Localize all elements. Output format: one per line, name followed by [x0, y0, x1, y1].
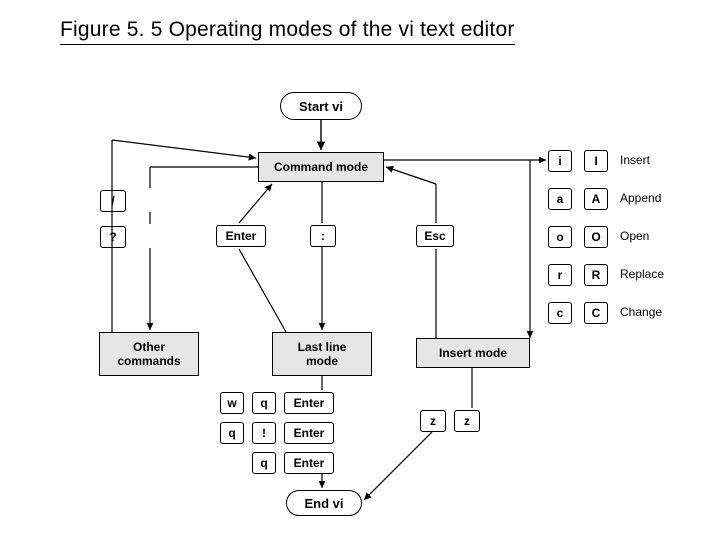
node-other-commands: Other commands: [99, 332, 199, 376]
key-slash: /: [100, 190, 126, 212]
key-question: ?: [100, 226, 126, 248]
figure-title: Figure 5. 5 Operating modes of the vi te…: [60, 18, 515, 45]
node-end-vi: End vi: [286, 490, 362, 516]
key-colon: :: [310, 225, 336, 247]
key-enter3: Enter: [284, 422, 334, 444]
key-o-upper: O: [584, 226, 608, 248]
node-insert-mode: Insert mode: [416, 338, 530, 368]
key-c-upper: C: [584, 302, 608, 324]
node-start-vi: Start vi: [280, 92, 362, 120]
key-c-lower: c: [548, 302, 572, 324]
key-q3: q: [252, 452, 276, 474]
key-i-upper: I: [584, 150, 608, 172]
key-bang: !: [252, 422, 276, 444]
label-insert: Insert: [620, 153, 650, 167]
node-last-line-mode: Last line mode: [272, 332, 372, 376]
key-enter4: Enter: [284, 452, 334, 474]
key-enter2: Enter: [284, 392, 334, 414]
key-z1: z: [420, 410, 446, 432]
key-o-lower: o: [548, 226, 572, 248]
key-r-upper: R: [584, 264, 608, 286]
key-r-lower: r: [548, 264, 572, 286]
key-z2: z: [454, 410, 480, 432]
label-change: Change: [620, 305, 662, 319]
key-i-lower: i: [548, 150, 572, 172]
key-q2: q: [220, 422, 244, 444]
arrows-layer: [0, 0, 720, 540]
key-q1: q: [252, 392, 276, 414]
label-replace: Replace: [620, 267, 664, 281]
key-enter-command: Enter: [216, 225, 266, 247]
key-w: w: [220, 392, 244, 414]
key-a-upper: A: [584, 188, 608, 210]
key-a-lower: a: [548, 188, 572, 210]
node-command-mode: Command mode: [258, 152, 384, 182]
label-open: Open: [620, 229, 649, 243]
label-append: Append: [620, 191, 661, 205]
key-esc: Esc: [416, 225, 454, 247]
